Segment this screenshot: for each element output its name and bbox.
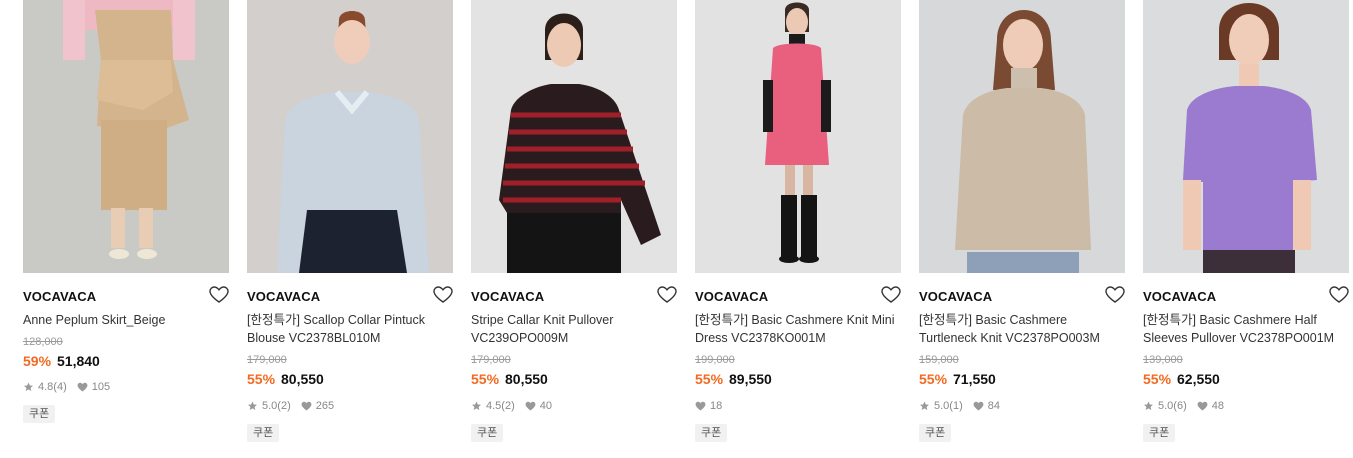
product-name[interactable]: Stripe Callar Knit Pullover VC239OPO009M	[471, 311, 671, 347]
product-image[interactable]	[919, 0, 1125, 273]
product-stats: 5.0 (6) 48	[1143, 400, 1224, 412]
sale-price: 62,550	[1177, 371, 1220, 387]
product-image[interactable]	[695, 0, 901, 273]
heart-filled-icon	[77, 382, 88, 392]
review-count: (1)	[949, 400, 963, 412]
wishlist-heart-icon[interactable]	[657, 286, 677, 304]
product-stats: 4.5 (2) 40	[471, 400, 552, 412]
wishlist-heart-icon[interactable]	[881, 286, 901, 304]
sale-price: 51,840	[57, 353, 100, 369]
like-count: 84	[987, 400, 1000, 412]
review-count: (2)	[501, 400, 515, 412]
discount-rate: 55%	[471, 371, 500, 387]
product-name[interactable]: [한정특가] Basic Cashmere Half Sleeves Pullo…	[1143, 311, 1343, 347]
product-stats: 5.0 (1) 84	[919, 400, 1000, 412]
discount-rate: 55%	[247, 371, 276, 387]
review-count: (6)	[1173, 400, 1187, 412]
heart-filled-icon	[973, 401, 984, 411]
product-name[interactable]: [한정특가] Basic Cashmere Turtleneck Knit VC…	[919, 311, 1119, 347]
brand-name[interactable]: VOCAVACA	[1143, 289, 1216, 304]
product-stats: 18	[695, 400, 722, 412]
star-icon	[24, 382, 33, 391]
rating-value: 5.0	[934, 400, 950, 412]
original-price: 139,000	[1143, 354, 1183, 366]
original-price: 199,000	[695, 354, 735, 366]
heart-filled-icon	[1197, 401, 1208, 411]
original-price: 179,000	[471, 354, 511, 366]
discount-rate: 55%	[695, 371, 724, 387]
product-name[interactable]: [한정특가] Basic Cashmere Knit Mini Dress VC…	[695, 311, 895, 347]
coupon-badge: 쿠폰	[919, 424, 952, 442]
star-icon	[920, 401, 929, 410]
star-icon	[1144, 401, 1153, 410]
brand-name[interactable]: VOCAVACA	[247, 289, 320, 304]
product-image[interactable]	[1143, 0, 1349, 273]
product-name[interactable]: Anne Peplum Skirt_Beige	[23, 311, 223, 329]
coupon-badge: 쿠폰	[247, 424, 280, 442]
review-count: (4)	[53, 381, 67, 393]
brand-name[interactable]: VOCAVACA	[919, 289, 992, 304]
rating-value: 5.0	[262, 400, 278, 412]
product-stats: 4.8 (4) 105	[23, 381, 110, 393]
brand-name[interactable]: VOCAVACA	[23, 289, 96, 304]
star-icon	[248, 401, 257, 410]
like-count: 40	[539, 400, 552, 412]
like-count: 265	[315, 400, 335, 412]
rating-value: 4.5	[486, 400, 502, 412]
original-price: 128,000	[23, 336, 63, 348]
original-price: 179,000	[247, 354, 287, 366]
discount-rate: 59%	[23, 353, 52, 369]
like-count: 48	[1211, 400, 1224, 412]
coupon-badge: 쿠폰	[23, 405, 56, 423]
sale-price: 71,550	[953, 371, 996, 387]
review-count: (2)	[277, 400, 291, 412]
like-count: 105	[91, 381, 111, 393]
discount-rate: 55%	[1143, 371, 1172, 387]
rating-value: 4.8	[38, 381, 54, 393]
product-name[interactable]: [한정특가] Scallop Collar Pintuck Blouse VC2…	[247, 311, 447, 347]
coupon-badge: 쿠폰	[695, 424, 728, 442]
wishlist-heart-icon[interactable]	[1105, 286, 1125, 304]
sale-price: 80,550	[505, 371, 548, 387]
wishlist-heart-icon[interactable]	[1329, 286, 1349, 304]
wishlist-heart-icon[interactable]	[433, 286, 453, 304]
discount-rate: 55%	[919, 371, 948, 387]
product-image[interactable]	[471, 0, 677, 273]
product-image[interactable]	[23, 0, 229, 273]
brand-name[interactable]: VOCAVACA	[695, 289, 768, 304]
heart-filled-icon	[695, 401, 706, 411]
brand-name[interactable]: VOCAVACA	[471, 289, 544, 304]
heart-filled-icon	[525, 401, 536, 411]
product-stats: 5.0 (2) 265	[247, 400, 334, 412]
heart-filled-icon	[301, 401, 312, 411]
sale-price: 89,550	[729, 371, 772, 387]
wishlist-heart-icon[interactable]	[209, 286, 229, 304]
rating-value: 5.0	[1158, 400, 1174, 412]
like-count: 18	[710, 400, 723, 412]
sale-price: 80,550	[281, 371, 324, 387]
product-image[interactable]	[247, 0, 453, 273]
coupon-badge: 쿠폰	[1143, 424, 1176, 442]
coupon-badge: 쿠폰	[471, 424, 504, 442]
star-icon	[472, 401, 481, 410]
original-price: 159,000	[919, 354, 959, 366]
